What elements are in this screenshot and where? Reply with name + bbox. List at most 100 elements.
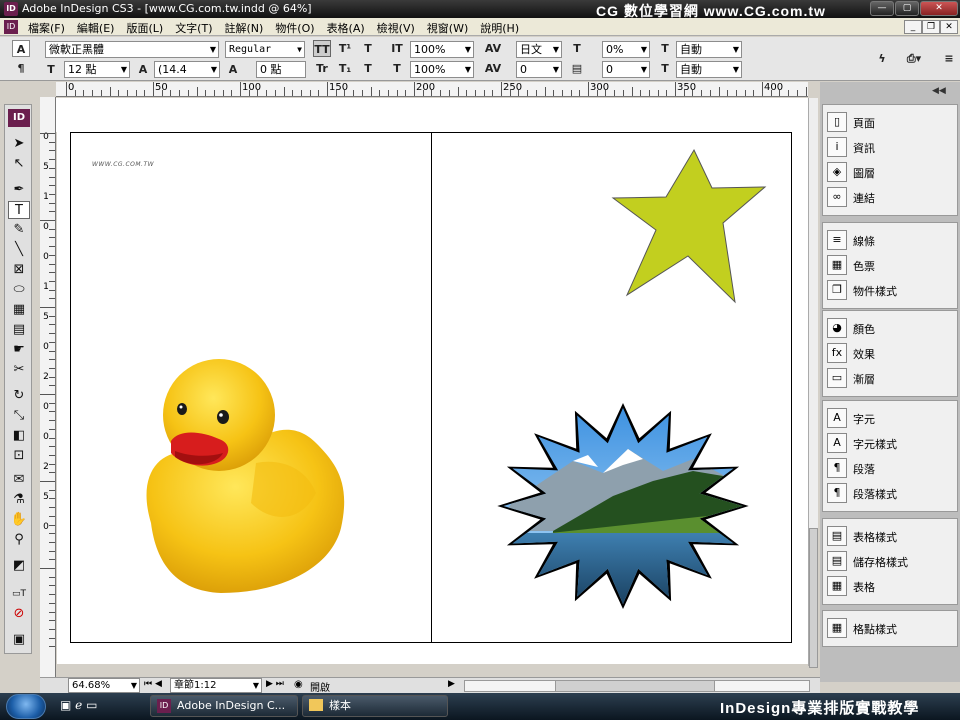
panel-item-grid-styles[interactable]: ▦ 格點樣式 [827, 617, 957, 639]
underline-icon[interactable]: T [359, 40, 377, 57]
quick-launch-icons[interactable]: ▣ ℯ ▭ [60, 698, 97, 712]
panel-item-character-styles[interactable]: A 字元樣式 [827, 432, 957, 454]
minimize-button[interactable]: — [870, 1, 894, 16]
next-page-icon[interactable]: ▶ ⏭ [266, 679, 284, 689]
vertical-scrollbar[interactable] [808, 98, 818, 668]
zoom-tool-icon[interactable]: ⚲ [8, 531, 30, 549]
menu-item-4[interactable]: 註解(N) [225, 20, 264, 36]
url-text-frame[interactable]: WWW.CG.COM.TW [92, 161, 154, 168]
panel-item-swatches[interactable]: ▦ 色票 [827, 254, 957, 276]
open-menu-icon[interactable]: ▶ [448, 679, 455, 689]
hand-tool-icon[interactable]: ✋ [8, 511, 30, 529]
rectangle-frame-tool-icon[interactable]: ⊠ [8, 261, 30, 279]
lightning-icon[interactable]: ϟ [873, 50, 891, 67]
table-tool-icon[interactable]: ▤ [8, 321, 30, 339]
collapse-panels-icon[interactable]: ◀◀ [932, 86, 946, 96]
panel-item-stroke[interactable]: ≡ 線條 [827, 229, 957, 251]
type-tool-icon[interactable]: T [8, 201, 30, 219]
doc-restore-button[interactable]: ❐ [922, 20, 940, 34]
rubber-duck-image[interactable] [131, 353, 361, 593]
vertical-scroll-thumb[interactable] [809, 528, 818, 668]
panel-menu-icon[interactable]: ≡ [940, 50, 958, 67]
line-tool-icon[interactable]: ╲ [8, 241, 30, 259]
close-button[interactable]: ✕ [920, 1, 958, 16]
panel-item-table[interactable]: ▦ 表格 [827, 575, 957, 597]
horizontal-scroll-thumb[interactable] [555, 681, 715, 691]
direct-selection-tool-icon[interactable]: ↖ [8, 155, 30, 173]
free-transform-tool-icon[interactable]: ⊡ [8, 447, 30, 465]
mojikumi-select-2[interactable]: 自動 ▼ [676, 61, 742, 78]
fill-stroke-icon[interactable]: ◩ [8, 557, 30, 575]
leading-field[interactable]: (14.4 ▼ [154, 61, 220, 78]
menu-item-1[interactable]: 編輯(E) [77, 20, 115, 36]
vertical-scale-field[interactable]: 100% ▼ [410, 41, 474, 58]
first-page-icon[interactable]: ⏮ ◀ [144, 679, 162, 689]
panel-item-layers[interactable]: ◈ 圖層 [827, 161, 957, 183]
menu-item-6[interactable]: 表格(A) [327, 20, 365, 36]
screen-mode-icon[interactable]: ▣ [8, 631, 30, 649]
panel-item-gradient[interactable]: ▭ 漸層 [827, 367, 957, 389]
panel-item-effects[interactable]: fx 效果 [827, 342, 957, 364]
pencil-tool-icon[interactable]: ✎ [8, 221, 30, 239]
horizontal-scrollbar[interactable] [464, 680, 810, 692]
menu-item-5[interactable]: 物件(O) [275, 20, 314, 36]
starburst-landscape-image[interactable] [493, 401, 753, 611]
rotate-tool-icon[interactable]: ↻ [8, 387, 30, 405]
start-button[interactable] [6, 694, 46, 719]
panel-item-pages[interactable]: ▯ 頁面 [827, 111, 957, 133]
button-tool-icon[interactable]: ☛ [8, 341, 30, 359]
font-family-select[interactable]: 微軟正黑體 ▼ [45, 41, 219, 58]
menu-item-0[interactable]: 檔案(F) [28, 20, 65, 36]
paragraph-mode-icon[interactable]: ¶ [12, 60, 30, 77]
doc-close-button[interactable]: ✕ [940, 20, 958, 34]
panel-item-color[interactable]: ◕ 顏色 [827, 317, 957, 339]
menu-item-3[interactable]: 文字(T) [175, 20, 212, 36]
app-menu-icon[interactable]: ID [4, 20, 18, 34]
panel-item-paragraph-styles[interactable]: ¶ 段落樣式 [827, 482, 957, 504]
font-size-field[interactable]: 12 點 ▼ [64, 61, 130, 78]
eyedropper-tool-icon[interactable]: ⚗ [8, 491, 30, 509]
font-style-select[interactable]: Regular ▼ [225, 41, 305, 58]
panel-item-object-styles[interactable]: ❐ 物件樣式 [827, 279, 957, 301]
scissors-tool-icon[interactable]: ✂ [8, 361, 30, 379]
tracking-field[interactable]: 0 ▼ [516, 61, 562, 78]
pen-tool-icon[interactable]: ✒ [8, 181, 30, 199]
frame-grid-tool-icon[interactable]: ▦ [8, 301, 30, 319]
tsume-field[interactable]: 0% ▼ [602, 41, 650, 58]
scale-tool-icon[interactable]: ⤡ [8, 407, 30, 425]
character-mode-icon[interactable]: A [12, 40, 30, 57]
doc-minimize-button[interactable]: _ [904, 20, 922, 34]
baseline-shift-field[interactable]: 0 點 [256, 61, 306, 78]
taskbar-indesign-button[interactable]: ID Adobe InDesign C... [150, 695, 298, 717]
strikethrough-icon[interactable]: T [359, 60, 377, 77]
maximize-button[interactable]: ▢ [895, 1, 919, 16]
formatting-container-icon[interactable]: ▭T [8, 585, 30, 603]
zoom-field[interactable]: 64.68% ▼ [68, 678, 140, 693]
selection-tool-icon[interactable]: ➤ [8, 135, 30, 153]
horizontal-scale-field[interactable]: 100% ▼ [410, 61, 474, 78]
superscript-icon[interactable]: T¹ [336, 40, 354, 57]
menu-item-2[interactable]: 版面(L) [126, 20, 163, 36]
taskbar-folder-button[interactable]: 樣本 [302, 695, 448, 717]
panel-item-info[interactable]: i 資訊 [827, 136, 957, 158]
star-shape[interactable] [611, 148, 767, 304]
note-tool-icon[interactable]: ✉ [8, 471, 30, 489]
panel-item-links[interactable]: ∞ 連結 [827, 186, 957, 208]
apply-none-icon[interactable]: ⊘ [8, 605, 30, 623]
gradient-tool-icon[interactable]: ◧ [8, 427, 30, 445]
panel-item-character[interactable]: A 字元 [827, 407, 957, 429]
page-field[interactable]: 章節1:12 ▼ [170, 678, 262, 693]
menu-item-8[interactable]: 視窗(W) [427, 20, 468, 36]
small-caps-icon[interactable]: Tr [313, 60, 331, 77]
language-select[interactable]: 日文 ▼ [516, 41, 562, 58]
panel-item-table-styles[interactable]: ▤ 表格樣式 [827, 525, 957, 547]
subscript-icon[interactable]: T₁ [336, 60, 354, 77]
menu-item-9[interactable]: 說明(H) [480, 20, 519, 36]
print-icon[interactable]: ⎙▾ [900, 50, 928, 67]
mojikumi-select-1[interactable]: 自動 ▼ [676, 41, 742, 58]
menu-item-7[interactable]: 檢視(V) [377, 20, 415, 36]
ellipse-tool-icon[interactable]: ⬭ [8, 281, 30, 299]
panel-item-paragraph[interactable]: ¶ 段落 [827, 457, 957, 479]
all-caps-icon[interactable]: TT [313, 40, 331, 57]
panel-item-cell-styles[interactable]: ▤ 儲存格樣式 [827, 550, 957, 572]
